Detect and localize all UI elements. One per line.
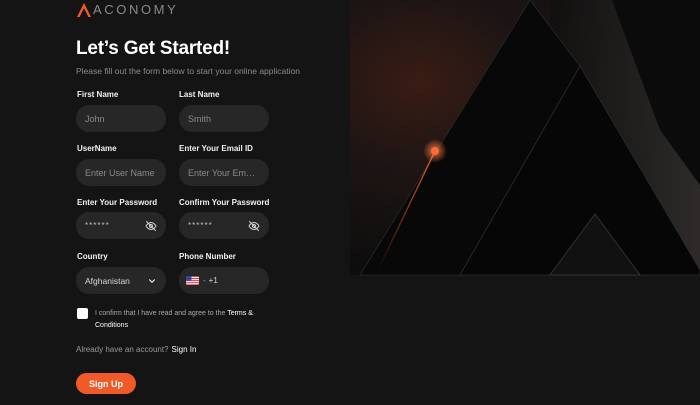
email-label: Enter Your Email ID bbox=[179, 144, 253, 153]
terms-text: I confirm that I have read and agree to … bbox=[95, 308, 285, 332]
email-placeholder: Enter Your Email.. bbox=[188, 167, 260, 178]
signup-button[interactable]: Sign Up bbox=[76, 373, 136, 394]
terms-prompt: I confirm that I have read and agree to … bbox=[95, 310, 226, 317]
last-name-label: Last Name bbox=[179, 90, 220, 99]
confirm-password-value: ****** bbox=[188, 221, 213, 230]
password-value: ****** bbox=[85, 221, 110, 230]
password-label: Enter Your Password bbox=[77, 198, 158, 207]
confirm-password-field[interactable]: ****** bbox=[179, 212, 269, 239]
brand-name: ACONOMY bbox=[93, 2, 179, 17]
terms-checkbox[interactable] bbox=[77, 308, 88, 319]
us-flag-icon[interactable] bbox=[186, 276, 199, 285]
confirm-password-label: Confirm Your Password bbox=[179, 198, 270, 207]
first-name-value: John bbox=[85, 113, 105, 124]
last-name-value: Smith bbox=[188, 113, 212, 124]
last-name-field[interactable]: Smith bbox=[179, 105, 269, 132]
phone-field[interactable]: - +1 bbox=[179, 267, 269, 294]
page-title: Let’s Get Started! bbox=[76, 38, 231, 59]
eye-off-icon[interactable] bbox=[248, 220, 260, 232]
phone-separator: - bbox=[203, 276, 206, 285]
email-field[interactable]: Enter Your Email.. bbox=[179, 159, 269, 186]
username-label: UserName bbox=[77, 144, 117, 153]
eye-off-icon[interactable] bbox=[145, 220, 157, 232]
signin-prompt: Already have an account? bbox=[76, 345, 169, 354]
username-placeholder: Enter User Name bbox=[85, 167, 155, 178]
country-select[interactable]: Afghanistan bbox=[76, 267, 166, 294]
signup-panel: ACONOMY Let’s Get Started! Please fill o… bbox=[0, 0, 350, 400]
phone-country-code: +1 bbox=[208, 276, 218, 285]
signin-prompt-row: Already have an account? Sign In bbox=[76, 345, 196, 354]
password-field[interactable]: ****** bbox=[76, 212, 166, 239]
first-name-field[interactable]: John bbox=[76, 105, 166, 132]
phone-label: Phone Number bbox=[179, 252, 236, 261]
country-label: Country bbox=[77, 252, 108, 261]
country-value: Afghanistan bbox=[85, 275, 130, 286]
logo: ACONOMY bbox=[76, 2, 178, 18]
page-subtitle: Please fill out the form below to start … bbox=[76, 66, 300, 76]
aconomy-logo-icon bbox=[77, 3, 91, 17]
username-field[interactable]: Enter User Name bbox=[76, 159, 166, 186]
first-name-label: First Name bbox=[77, 90, 119, 99]
hero-logo-art bbox=[350, 0, 700, 400]
signin-link[interactable]: Sign In bbox=[172, 345, 197, 354]
chevron-down-icon bbox=[148, 278, 156, 283]
hero-artwork bbox=[350, 0, 700, 400]
